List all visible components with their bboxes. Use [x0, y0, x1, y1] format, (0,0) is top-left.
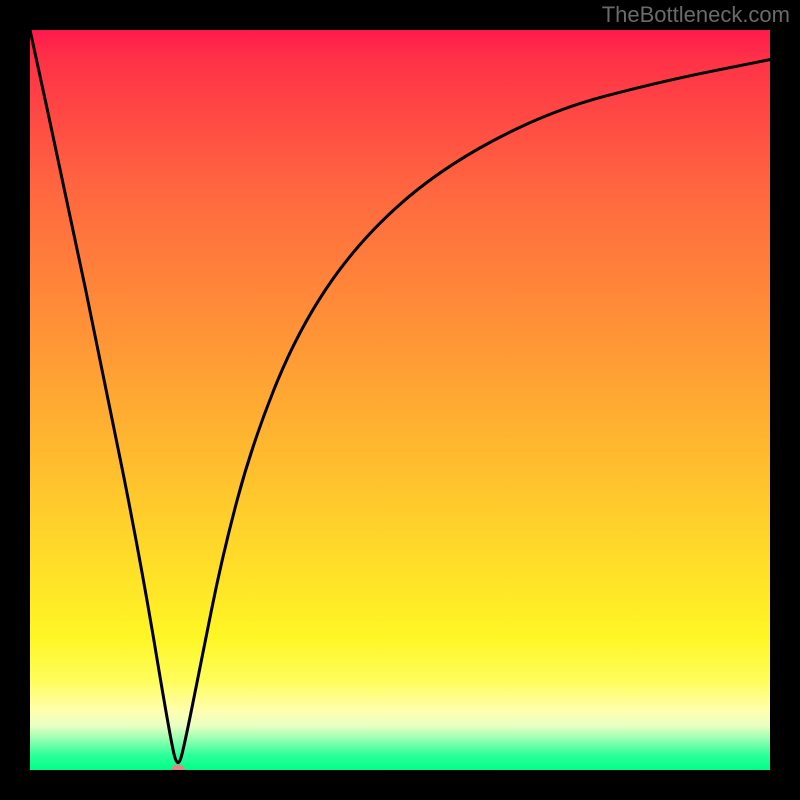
bottleneck-curve	[30, 30, 770, 770]
watermark-text: TheBottleneck.com	[602, 2, 790, 28]
plot-area	[30, 30, 770, 770]
chart-frame: TheBottleneck.com	[0, 0, 800, 800]
optimal-point-marker	[171, 765, 185, 771]
